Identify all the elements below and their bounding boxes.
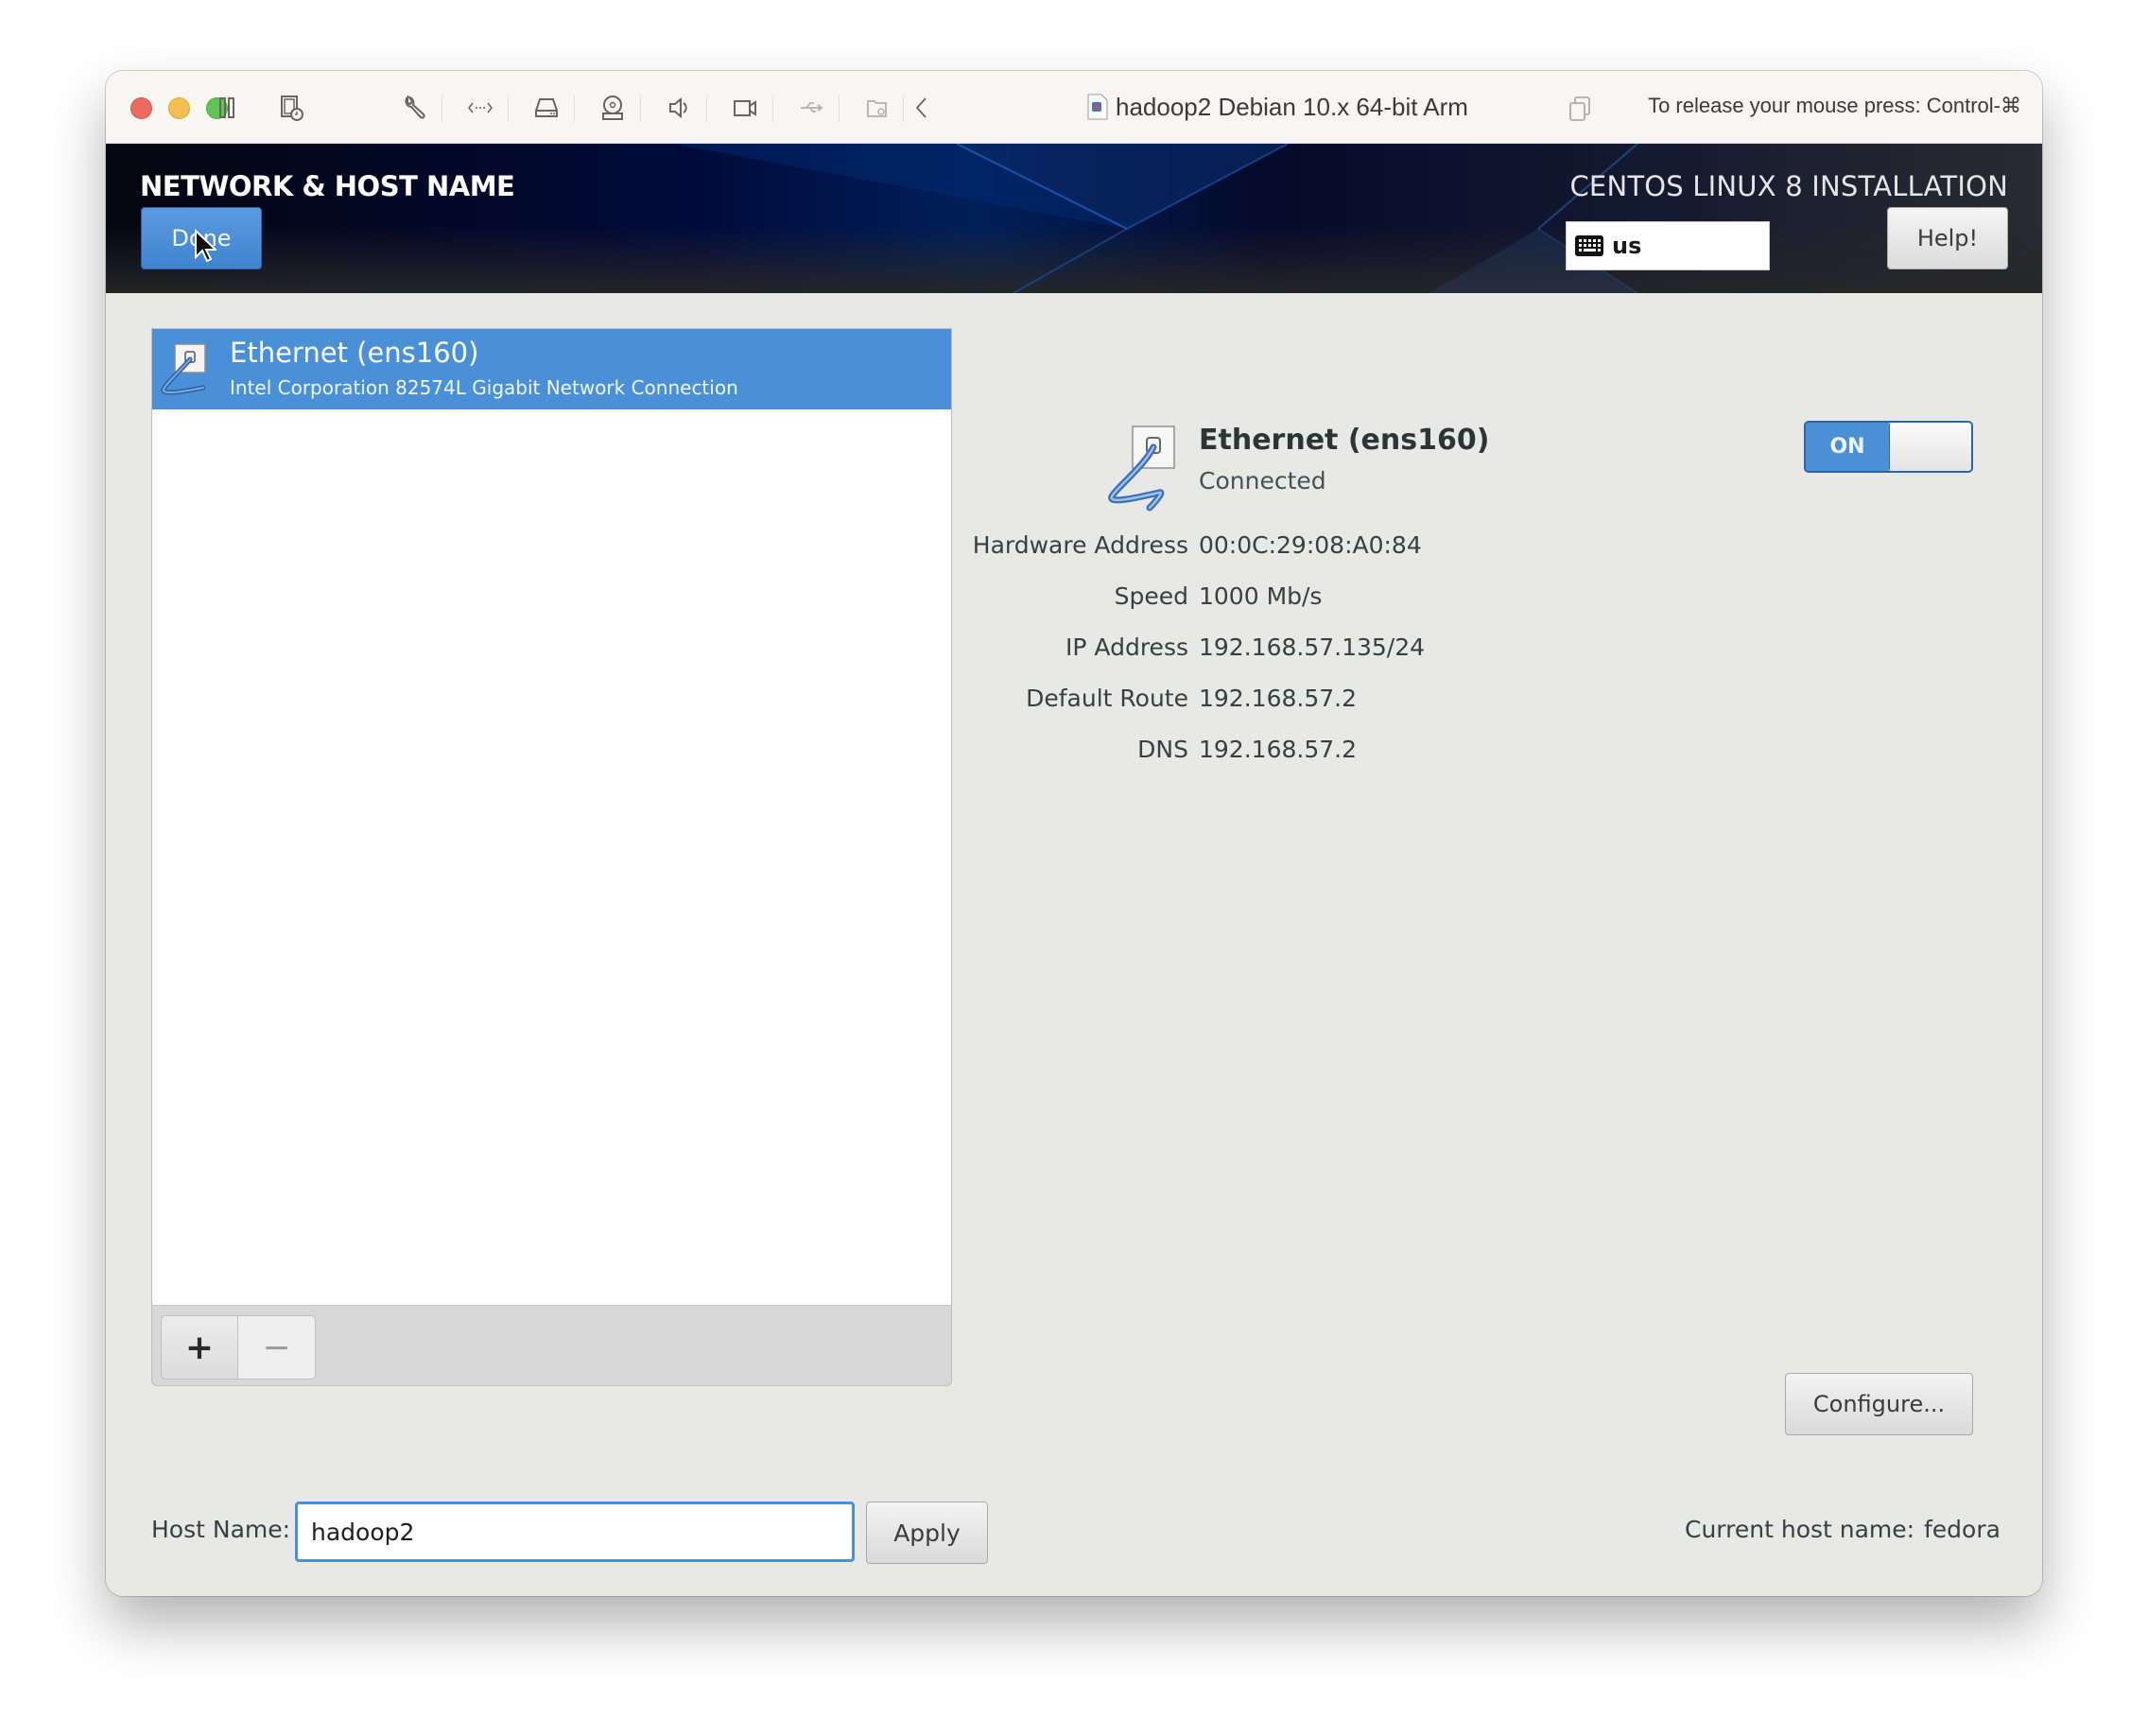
plus-icon: + <box>184 1328 215 1367</box>
remove-device-button[interactable]: − <box>238 1315 316 1380</box>
info-label: Hardware Address <box>972 531 1188 559</box>
info-row-default-route: Default Route 192.168.57.2 <box>106 685 1619 722</box>
shared-folder-icon[interactable] <box>860 92 894 124</box>
info-label: Speed <box>1114 582 1188 610</box>
keyboard-icon <box>1575 235 1603 256</box>
chevron-left-icon[interactable] <box>906 92 940 124</box>
info-value: 192.168.57.2 <box>1199 736 1357 763</box>
keyboard-layout-value: us <box>1612 233 1642 259</box>
device-power-toggle[interactable]: ON <box>1804 421 1973 473</box>
toggle-on-label: ON <box>1806 423 1889 471</box>
info-label: Default Route <box>1026 685 1188 712</box>
info-value: 1000 Mb/s <box>1199 582 1323 610</box>
done-button[interactable]: Done <box>141 207 262 269</box>
info-row-speed: Speed 1000 Mb/s <box>106 582 1619 620</box>
close-window-button[interactable] <box>130 97 152 119</box>
device-list-item-description: Intel Corporation 82574L Gigabit Network… <box>230 376 738 399</box>
network-adapter-icon[interactable] <box>463 92 497 124</box>
host-name-label: Host Name: <box>151 1516 291 1543</box>
add-device-button[interactable]: + <box>161 1315 238 1380</box>
device-list-item[interactable]: Ethernet (ens160) Intel Corporation 8257… <box>152 329 951 409</box>
ethernet-icon <box>161 343 206 395</box>
header-background-pattern <box>673 144 1638 293</box>
info-label: IP Address <box>1065 634 1188 661</box>
info-value: 00:0C:29:08:A0:84 <box>1199 531 1422 559</box>
usb-icon[interactable] <box>794 92 828 124</box>
vm-title-bar: hadoop2 Debian 10.x 64-bit Arm To releas… <box>106 71 2042 144</box>
spoke-content: Ethernet (ens160) Intel Corporation 8257… <box>106 293 2042 1596</box>
info-row-ip-address: IP Address 192.168.57.135/24 <box>106 634 1619 671</box>
device-list-toolbar: + − <box>152 1306 951 1385</box>
configure-button[interactable]: Configure... <box>1785 1373 1973 1435</box>
info-value: 192.168.57.2 <box>1199 685 1357 712</box>
hard-disk-icon[interactable] <box>529 92 563 124</box>
device-list-item-name: Ethernet (ens160) <box>230 337 479 369</box>
fullscreen-toggle-icon[interactable] <box>1568 95 1592 122</box>
host-name-input[interactable] <box>295 1502 855 1562</box>
help-button[interactable]: Help! <box>1887 207 2008 269</box>
mouse-cursor-icon <box>195 229 217 263</box>
device-detail-name: Ethernet (ens160) <box>1199 424 1490 457</box>
vm-window: hadoop2 Debian 10.x 64-bit Arm To releas… <box>106 71 2042 1596</box>
info-value: 192.168.57.135/24 <box>1199 634 1426 661</box>
spoke-title: NETWORK & HOST NAME <box>140 170 515 202</box>
cd-dvd-icon[interactable] <box>596 92 630 124</box>
current-host-name-value: fedora <box>1924 1516 2001 1543</box>
info-label: DNS <box>1137 736 1188 763</box>
apply-button-label: Apply <box>893 1519 961 1547</box>
keyboard-layout-indicator[interactable]: us <box>1566 221 1770 270</box>
vm-title: hadoop2 Debian 10.x 64-bit Arm <box>1087 90 1468 124</box>
toggle-knob[interactable] <box>1889 423 1971 471</box>
minus-icon: − <box>262 1328 291 1367</box>
vm-title-text: hadoop2 Debian 10.x 64-bit Arm <box>1116 92 1468 121</box>
info-row-dns: DNS 192.168.57.2 <box>106 736 1619 773</box>
apply-host-name-button[interactable]: Apply <box>866 1502 988 1564</box>
configure-button-label: Configure... <box>1812 1391 1946 1417</box>
wrench-icon[interactable] <box>397 92 431 124</box>
minimize-window-button[interactable] <box>168 97 190 119</box>
mouse-release-hint: To release your mouse press: Control-⌘ <box>1648 94 2021 117</box>
ethernet-large-icon <box>1108 425 1175 512</box>
network-device-list-panel: Ethernet (ens160) Intel Corporation 8257… <box>151 328 952 1386</box>
camera-icon[interactable] <box>728 92 762 124</box>
current-host-name-label: Current host name: <box>1685 1516 1915 1543</box>
pause-icon[interactable] <box>210 92 244 124</box>
info-row-hardware-address: Hardware Address 00:0C:29:08:A0:84 <box>106 531 1619 569</box>
device-connection-status: Connected <box>1199 467 1326 495</box>
product-title: CENTOS LINUX 8 INSTALLATION <box>1569 170 2008 202</box>
sound-icon[interactable] <box>662 92 696 124</box>
vm-document-icon <box>1087 94 1108 120</box>
snapshot-icon[interactable] <box>274 92 308 124</box>
help-button-label: Help! <box>1916 225 1979 252</box>
network-device-list[interactable]: Ethernet (ens160) Intel Corporation 8257… <box>152 329 951 1306</box>
installer-header: NETWORK & HOST NAME Done CENTOS LINUX 8 … <box>106 144 2042 293</box>
